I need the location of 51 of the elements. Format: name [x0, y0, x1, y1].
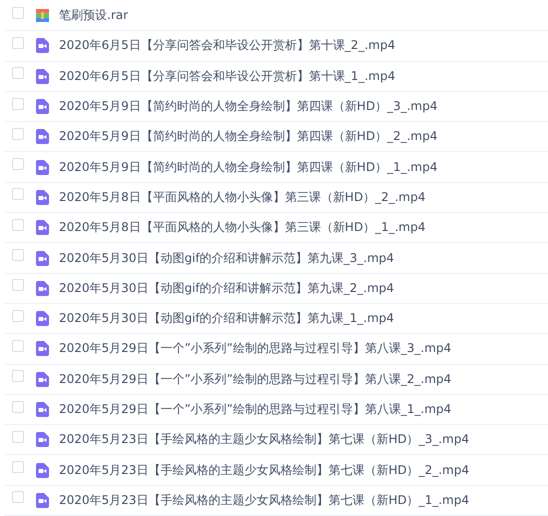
video-file-icon — [36, 160, 49, 175]
checkbox[interactable] — [12, 491, 24, 504]
video-file-icon — [36, 38, 49, 54]
video-file-icon — [36, 372, 49, 387]
checkbox[interactable] — [12, 6, 24, 19]
video-file-icon — [36, 402, 49, 417]
checkbox[interactable] — [12, 128, 24, 140]
video-file-icon — [36, 129, 49, 144]
video-file-icon — [36, 341, 49, 356]
file-name[interactable]: 2020年6月5日【分享问答会和毕设公开赏析】第十课_2_.mp4 — [59, 37, 396, 54]
file-name[interactable]: 2020年5月23日【手绘风格的主题少女风格绘制】第七课（新HD）_3_.mp4 — [59, 431, 470, 448]
checkbox[interactable] — [12, 67, 24, 80]
archive-file-icon — [36, 9, 49, 22]
video-file-icon — [36, 220, 49, 236]
video-file-icon — [36, 311, 49, 326]
video-file-icon — [36, 250, 49, 266]
checkbox[interactable] — [12, 279, 24, 292]
video-file-icon — [36, 280, 49, 296]
file-name[interactable]: 2020年5月23日【手绘风格的主题少女风格绘制】第七课（新HD）_2_.mp4 — [59, 462, 470, 479]
file-name[interactable]: 2020年5月23日【手绘风格的主题少女风格绘制】第七课（新HD）_1_.mp4 — [59, 492, 470, 509]
checkbox[interactable] — [12, 249, 24, 262]
file-name[interactable]: 2020年5月29日【一个”小系列”绘制的思路与过程引导】第八课_3_.mp4 — [59, 340, 452, 358]
file-name[interactable]: 2020年5月9日【简约时尚的人物全身绘制】第四课（新HD）_3_.mp4 — [59, 98, 438, 116]
file-name[interactable]: 2020年5月9日【简约时尚的人物全身绘制】第四课（新HD）_2_.mp4 — [59, 128, 438, 146]
video-file-icon — [36, 432, 49, 448]
video-file-icon — [36, 190, 49, 205]
file-name[interactable]: 2020年5月8日【平面风格的人物小头像】第三课（新HD）_2_.mp4 — [59, 188, 426, 206]
checkbox[interactable] — [12, 461, 24, 474]
file-name[interactable]: 2020年5月30日【动图gif的介绍和讲解示范】第九课_2_.mp4 — [59, 280, 394, 297]
file-name[interactable]: 2020年5月9日【简约时尚的人物全身绘制】第四课（新HD）_1_.mp4 — [59, 158, 438, 176]
video-file-icon — [36, 68, 49, 84]
checkbox[interactable] — [12, 36, 24, 49]
video-file-icon — [36, 492, 49, 508]
file-name[interactable]: 笔刷预设.rar — [59, 7, 128, 24]
video-file-icon — [36, 462, 49, 478]
file-name[interactable]: 2020年5月30日【动图gif的介绍和讲解示范】第九课_3_.mp4 — [59, 250, 394, 267]
file-name[interactable]: 2020年5月29日【一个”小系列”绘制的思路与过程引导】第八课_2_.mp4 — [59, 370, 452, 388]
file-name[interactable]: 2020年5月8日【平面风格的人物小头像】第三课（新HD）_1_.mp4 — [59, 219, 426, 236]
checkbox[interactable] — [12, 188, 24, 200]
checkbox[interactable] — [12, 370, 24, 382]
checkbox[interactable] — [12, 430, 24, 443]
video-file-icon — [36, 99, 49, 114]
file-name[interactable]: 2020年5月30日【动图gif的介绍和讲解示范】第九课_1_.mp4 — [59, 310, 394, 328]
file-name[interactable]: 2020年5月29日【一个”小系列”绘制的思路与过程引导】第八课_1_.mp4 — [59, 401, 452, 418]
file-name[interactable]: 2020年6月5日【分享问答会和毕设公开赏析】第十课_1_.mp4 — [59, 68, 396, 85]
checkbox[interactable] — [12, 400, 24, 412]
checkbox[interactable] — [12, 310, 24, 322]
checkbox[interactable] — [12, 98, 24, 110]
checkbox[interactable] — [12, 340, 24, 352]
checkbox[interactable] — [12, 218, 24, 231]
checkbox[interactable] — [12, 158, 24, 170]
